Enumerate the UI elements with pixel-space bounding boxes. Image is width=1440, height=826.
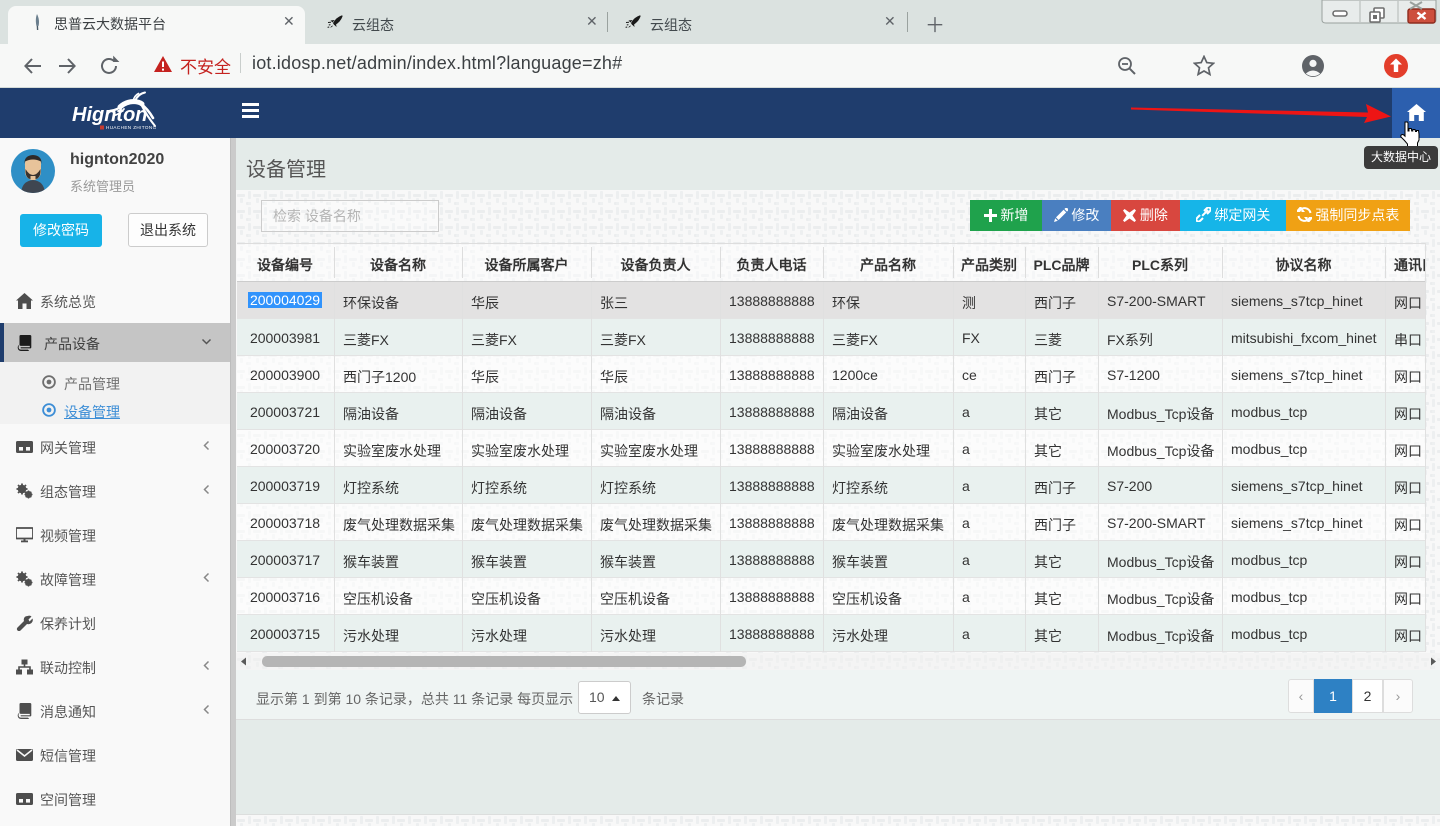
svg-text:Hignton: Hignton [72, 104, 148, 126]
svg-text:HUACHEN ZHITONG: HUACHEN ZHITONG [106, 125, 157, 130]
